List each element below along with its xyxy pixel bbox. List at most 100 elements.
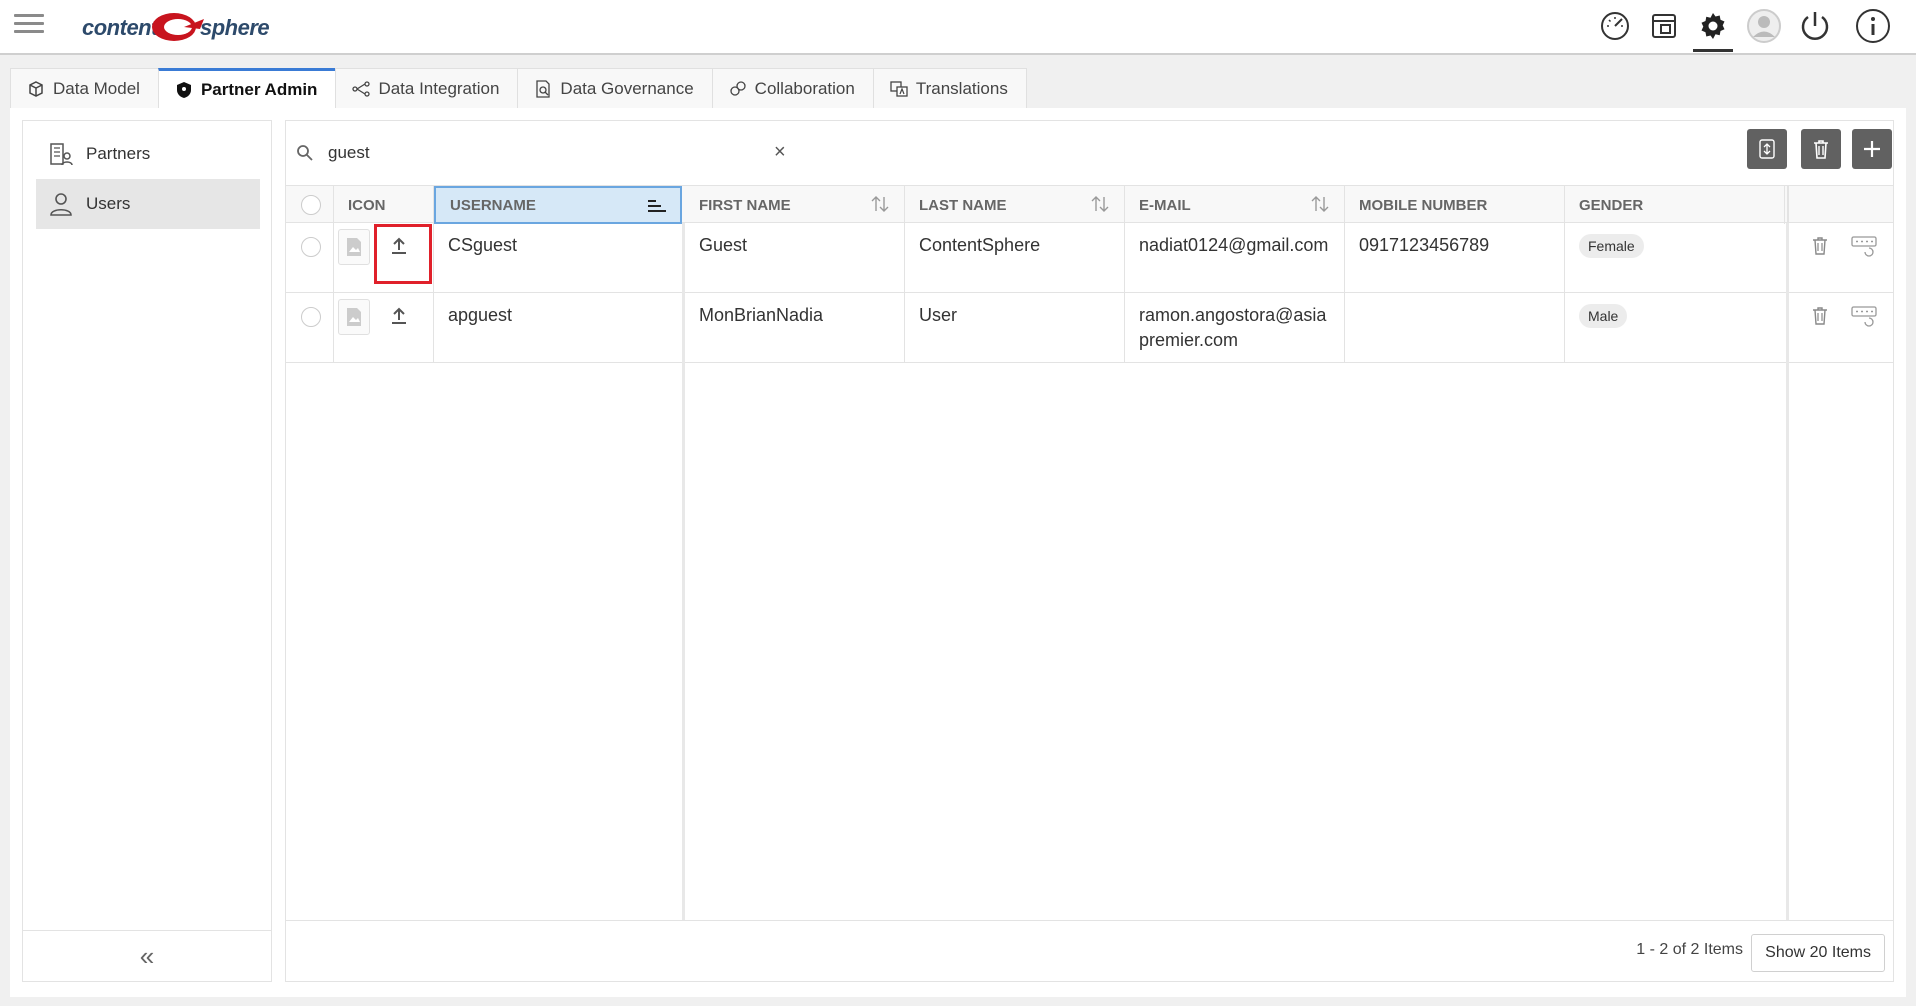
username-cell: CSguest xyxy=(434,223,685,293)
header-label: FIRST NAME xyxy=(699,196,791,214)
header-actions xyxy=(1787,186,1893,224)
info-icon[interactable] xyxy=(1853,6,1893,46)
upload-icon[interactable] xyxy=(384,301,414,331)
tab-collaboration[interactable]: Collaboration xyxy=(711,68,874,108)
users-content: guest × ICON USERNAME FIRST NAME LAST NA… xyxy=(285,120,1894,982)
tab-label: Data Governance xyxy=(560,78,694,98)
mobile-cell: 0917123456789 xyxy=(1345,223,1565,293)
top-bar: content sphere xyxy=(0,0,1916,55)
header-label: LAST NAME xyxy=(919,196,1007,214)
settings-gear-icon[interactable] xyxy=(1693,3,1733,52)
table-header: ICON USERNAME FIRST NAME LAST NAME E-MAI… xyxy=(286,185,1893,224)
mobile-cell xyxy=(1345,293,1565,363)
header-last-name[interactable]: LAST NAME xyxy=(905,186,1125,224)
frozen-column-divider xyxy=(682,223,685,920)
header-email[interactable]: E-MAIL xyxy=(1125,186,1345,224)
user-avatar-icon[interactable] xyxy=(1744,6,1784,46)
reset-password-icon[interactable] xyxy=(1851,233,1877,259)
last-name-cell: User xyxy=(905,293,1125,363)
gender-cell: Male xyxy=(1565,293,1787,363)
row-actions-cell xyxy=(1787,293,1893,363)
tab-label: Data Integration xyxy=(378,78,500,98)
search-bar[interactable]: guest × xyxy=(296,133,786,173)
tab-label: Data Model xyxy=(53,78,140,98)
sidebar-item-users[interactable]: Users xyxy=(36,179,260,229)
sort-icon[interactable] xyxy=(870,195,890,213)
table-footer: 1 - 2 of 2 Items Show 20 Items xyxy=(286,920,1893,982)
row-checkbox[interactable] xyxy=(301,307,321,327)
header-label: GENDER xyxy=(1579,196,1644,214)
logo-text-left: content xyxy=(82,15,158,40)
first-name-cell: Guest xyxy=(685,223,905,293)
last-name-cell: ContentSphere xyxy=(905,223,1125,293)
username-cell: apguest xyxy=(434,293,685,363)
reset-password-icon[interactable] xyxy=(1851,303,1877,329)
row-checkbox[interactable] xyxy=(301,237,321,257)
table-row[interactable]: CSguest Guest ContentSphere nadiat0124@g… xyxy=(286,223,1893,293)
select-all-checkbox[interactable] xyxy=(301,195,321,215)
clear-search-icon[interactable]: × xyxy=(774,141,786,164)
search-icon xyxy=(297,145,313,161)
governance-icon xyxy=(536,79,551,98)
select-all-cell xyxy=(286,186,334,224)
tab-translations[interactable]: Translations xyxy=(872,68,1027,108)
data-model-icon xyxy=(29,80,43,97)
header-label: ICON xyxy=(348,196,386,214)
header-label: E-MAIL xyxy=(1139,196,1191,214)
show-items-button[interactable]: Show 20 Items xyxy=(1751,934,1885,972)
collaboration-icon xyxy=(730,80,746,96)
hamburger-menu-icon[interactable] xyxy=(14,14,44,38)
dashboard-icon[interactable] xyxy=(1595,6,1635,46)
power-icon[interactable] xyxy=(1795,6,1835,46)
search-input[interactable]: guest xyxy=(328,143,370,163)
header-gender[interactable]: GENDER xyxy=(1565,186,1785,224)
delete-row-icon[interactable] xyxy=(1807,233,1833,259)
user-icon xyxy=(50,193,72,216)
header-icon: ICON xyxy=(334,186,434,224)
tab-data-integration[interactable]: Data Integration xyxy=(335,68,519,108)
double-chevron-left-icon: « xyxy=(139,940,155,971)
sidebar-item-partners[interactable]: Partners xyxy=(36,129,260,179)
first-name-cell: MonBrianNadia xyxy=(685,293,905,363)
row-select-cell xyxy=(286,223,334,293)
annotation-highlight-box xyxy=(374,224,432,284)
add-user-button[interactable] xyxy=(1852,129,1892,169)
sort-active-icon[interactable] xyxy=(646,197,666,215)
header-username[interactable]: USERNAME xyxy=(434,186,682,224)
contentsphere-logo: content sphere xyxy=(82,9,272,45)
collapse-sidebar-button[interactable]: « xyxy=(23,930,271,981)
trash-icon xyxy=(1814,140,1828,159)
users-table: ICON USERNAME FIRST NAME LAST NAME E-MAI… xyxy=(286,185,1893,920)
delete-button[interactable] xyxy=(1801,129,1841,169)
table-row[interactable]: apguest MonBrianNadia User ramon.angosto… xyxy=(286,293,1893,363)
image-placeholder-icon xyxy=(338,229,370,265)
logo-text-right: sphere xyxy=(200,15,270,40)
module-tabs: Data Model Partner Admin Data Integratio… xyxy=(10,68,1027,108)
pagination-info: 1 - 2 of 2 Items xyxy=(1636,941,1743,958)
delete-row-icon[interactable] xyxy=(1807,303,1833,329)
refresh-icon xyxy=(1759,139,1775,159)
sort-icon[interactable] xyxy=(1090,195,1110,213)
header-label: MOBILE NUMBER xyxy=(1359,196,1488,214)
email-cell: nadiat0124@gmail.com xyxy=(1125,223,1345,293)
header-first-name[interactable]: FIRST NAME xyxy=(685,186,905,224)
sidebar-item-label: Partners xyxy=(86,144,151,163)
actions-column-divider xyxy=(1786,223,1789,920)
header-mobile-number[interactable]: MOBILE NUMBER xyxy=(1345,186,1565,224)
refresh-button[interactable] xyxy=(1747,129,1787,169)
widget-icon[interactable] xyxy=(1644,6,1684,46)
tab-data-governance[interactable]: Data Governance xyxy=(517,68,713,108)
gender-badge: Male xyxy=(1579,304,1628,328)
sort-icon[interactable] xyxy=(1310,195,1330,213)
logo-swoosh-icon xyxy=(152,13,204,41)
partners-icon xyxy=(50,143,73,166)
row-actions-cell xyxy=(1787,223,1893,293)
header-label: USERNAME xyxy=(450,196,536,214)
tab-label: Collaboration xyxy=(754,78,855,98)
row-icon-cell xyxy=(334,293,434,363)
shield-icon xyxy=(176,81,191,98)
tab-data-model[interactable]: Data Model xyxy=(10,68,159,108)
main-panel: Partners Users « guest × ICON USERNAME F… xyxy=(10,108,1906,997)
tab-partner-admin[interactable]: Partner Admin xyxy=(157,68,337,108)
tab-label: Translations xyxy=(915,78,1008,98)
